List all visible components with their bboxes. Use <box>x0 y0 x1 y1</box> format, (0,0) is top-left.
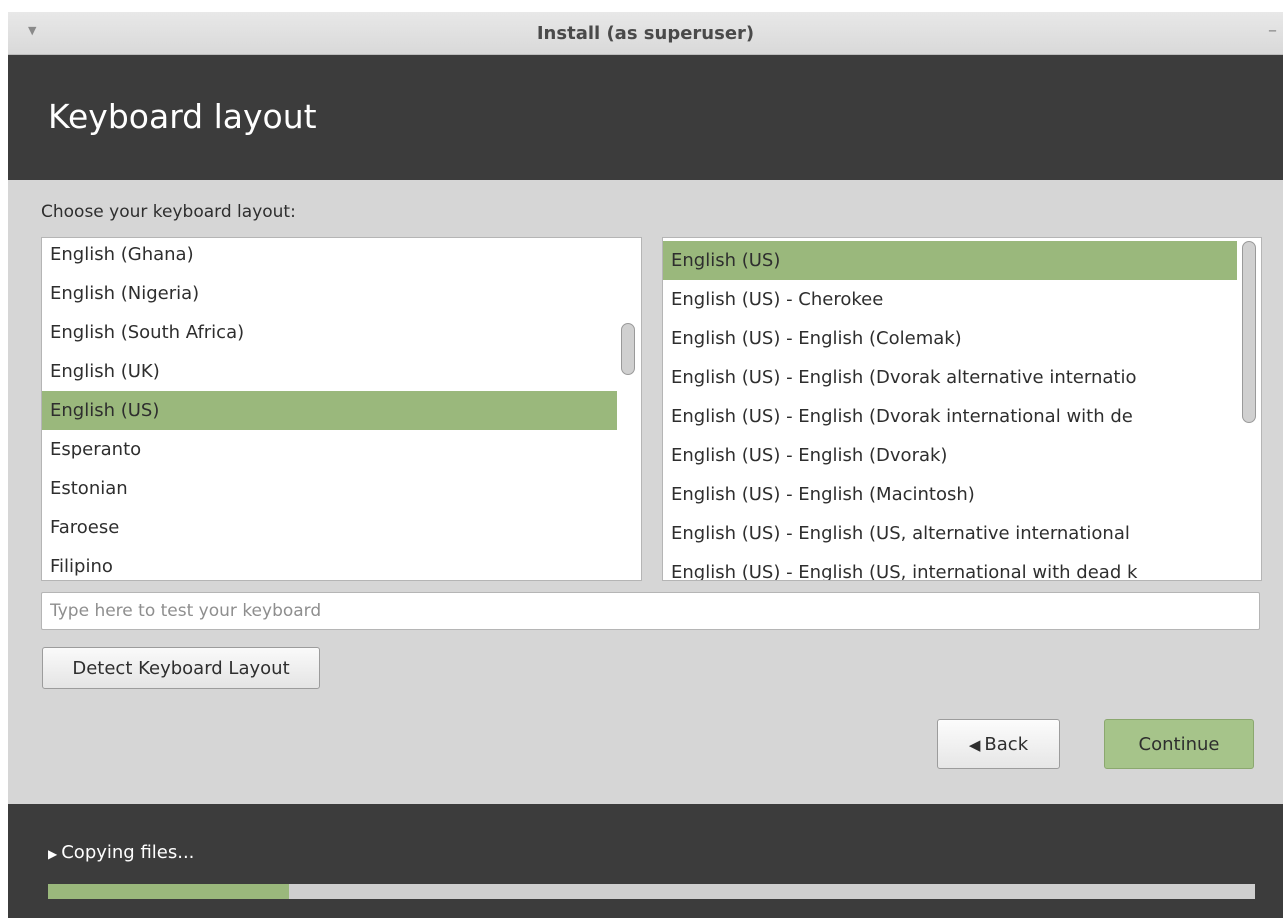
variant-list-item[interactable]: English (US) - English (US, alternative … <box>663 514 1237 553</box>
back-button-label: Back <box>984 734 1029 755</box>
variant-list-scroll-thumb[interactable] <box>1242 241 1256 423</box>
layout-list-item[interactable]: Faroese <box>42 508 617 547</box>
variant-list-item[interactable]: English (US) - English (Dvorak) <box>663 436 1237 475</box>
variant-list-item[interactable]: English (US) - English (Dvorak internati… <box>663 397 1237 436</box>
installer-window: ▼ Install (as superuser) – Keyboard layo… <box>8 12 1283 918</box>
layout-list-scrollbar[interactable] <box>618 238 638 580</box>
variant-list-item[interactable]: English (US) - English (Macintosh) <box>663 475 1237 514</box>
layout-list-item[interactable]: English (South Africa) <box>42 313 617 352</box>
layout-list-item[interactable]: English (Ghana) <box>42 238 617 274</box>
layout-list-item[interactable]: English (US) <box>42 391 617 430</box>
detect-keyboard-layout-button[interactable]: Detect Keyboard Layout <box>42 647 320 689</box>
layout-list-item[interactable]: Esperanto <box>42 430 617 469</box>
layout-list-item[interactable]: English (Nigeria) <box>42 274 617 313</box>
layout-list[interactable]: English (Ghana) English (Nigeria) English … <box>41 237 642 581</box>
keyboard-test-input[interactable] <box>41 592 1260 630</box>
layout-list-item[interactable]: Estonian <box>42 469 617 508</box>
progress-status-label: Copying files... <box>61 842 195 863</box>
variant-list[interactable]: English (US) English (US) - Cherokee Engli… <box>662 237 1262 581</box>
expand-triangle-icon[interactable]: ▶ <box>48 847 57 861</box>
variant-list-item[interactable]: English (US) - English (Colemak) <box>663 319 1237 358</box>
progress-bar-fill <box>48 884 290 899</box>
page-title: Keyboard layout <box>48 97 317 136</box>
layout-list-scroll-thumb[interactable] <box>621 323 635 375</box>
arrow-left-icon: ◀ <box>968 736 981 754</box>
progress-footer: ▶ Copying files... <box>8 804 1283 918</box>
progress-status[interactable]: ▶ Copying files... <box>48 842 194 863</box>
variant-list-item[interactable]: English (US) - Cherokee <box>663 280 1237 319</box>
variant-list-item[interactable]: English (US) - English (US, internationa… <box>663 553 1237 580</box>
title-bar[interactable]: ▼ Install (as superuser) – <box>8 12 1283 55</box>
page-header: Keyboard layout <box>8 55 1283 180</box>
variant-list-item[interactable]: English (US) - English (Dvorak alternati… <box>663 358 1237 397</box>
layout-list-item[interactable]: English (UK) <box>42 352 617 391</box>
back-button[interactable]: ◀ Back <box>937 719 1060 769</box>
continue-button[interactable]: Continue <box>1104 719 1254 769</box>
variant-list-scrollbar[interactable] <box>1239 238 1259 580</box>
progress-bar <box>48 884 1255 899</box>
variant-list-item[interactable]: English (US) <box>663 241 1237 280</box>
window-title: Install (as superuser) <box>536 23 755 44</box>
layout-prompt: Choose your keyboard layout: <box>41 202 296 222</box>
minimize-icon[interactable]: – <box>1268 20 1277 41</box>
layout-list-item[interactable]: Filipino <box>42 547 617 580</box>
